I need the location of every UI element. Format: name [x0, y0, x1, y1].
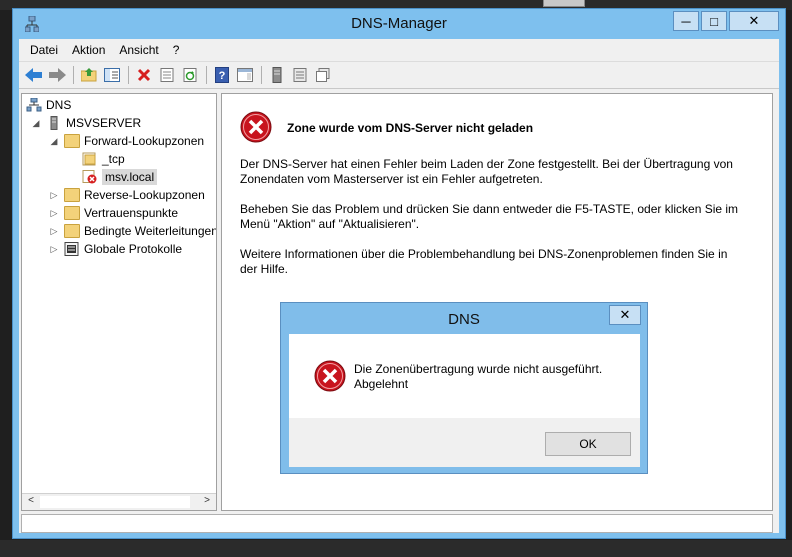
tree-item-tcp[interactable]: _tcp [82, 150, 125, 168]
toolbar-separator [206, 66, 207, 84]
menu-ansicht[interactable]: Ansicht [112, 43, 165, 57]
tree-item-dns[interactable]: DNS [26, 96, 71, 114]
tree-horizontal-scrollbar[interactable]: < > [22, 493, 216, 510]
toolbar-separator [261, 66, 262, 84]
zone-copy-icon[interactable] [312, 64, 334, 86]
tree-label-tcp: _tcp [102, 152, 125, 166]
server-icon [46, 116, 62, 130]
dns-error-dialog: DNS ✕ Die Zonenübertragung wurde nicht a… [280, 302, 648, 474]
error-paragraph-1: Der DNS-Server hat einen Fehler beim Lad… [240, 157, 750, 187]
forward-arrow-icon[interactable] [46, 64, 68, 86]
tree-label-msv-local: msv.local [102, 169, 158, 185]
menu-datei[interactable]: Datei [23, 43, 65, 57]
expand-arrow-icon[interactable]: ▷ [48, 226, 60, 237]
dialog-body: Die Zonenübertragung wurde nicht ausgefü… [289, 334, 640, 467]
tree-label-reverse-lookup: Reverse-Lookupzonen [84, 188, 205, 202]
collapse-arrow-icon[interactable]: ◢ [30, 118, 42, 129]
paragraph-line: der Hilfe. [240, 262, 289, 276]
paragraph-line: Menü "Aktion" auf "Aktualisieren". [240, 217, 420, 231]
expand-arrow-icon[interactable]: ▷ [48, 208, 60, 219]
tree-item-msv-local[interactable]: msv.local [82, 168, 158, 186]
back-arrow-icon[interactable] [23, 64, 45, 86]
tree-label-trust-points: Vertrauenspunkte [84, 206, 179, 220]
folder-icon [64, 188, 80, 202]
up-folder-icon[interactable] [78, 64, 100, 86]
maximize-button[interactable]: □ [701, 11, 727, 31]
background-window-fragment [543, 0, 585, 7]
tree-item-forward-lookup[interactable]: ◢ Forward-Lookupzonen [48, 132, 204, 150]
tree-label-forward-lookup: Forward-Lookupzonen [84, 134, 205, 148]
dialog-title: DNS [448, 311, 480, 328]
ok-button[interactable]: OK [545, 432, 631, 456]
menu-help[interactable]: ? [166, 43, 187, 57]
tree-item-server[interactable]: ◢ MSVSERVER [30, 114, 141, 132]
menu-bar: Datei Aktion Ansicht ? [19, 39, 779, 60]
scroll-thumb[interactable] [40, 496, 190, 508]
paragraph-line: Zonendaten vom Masterserver ist ein Fehl… [240, 172, 543, 186]
zone-error-icon [82, 170, 98, 184]
tree-label-server: MSVSERVER [66, 116, 142, 130]
dialog-message-line: Abgelehnt [354, 377, 409, 391]
dialog-close-button[interactable]: ✕ [609, 305, 641, 325]
desktop-background-bottom [0, 540, 792, 557]
delete-icon[interactable] [133, 64, 155, 86]
refresh-icon[interactable] [179, 64, 201, 86]
error-paragraph-3: Weitere Informationen über die Problembe… [240, 247, 750, 277]
toolbar-separator [73, 66, 74, 84]
menu-aktion[interactable]: Aktion [65, 43, 112, 57]
tree-item-conditional-forwarders[interactable]: ▷ Bedingte Weiterleitungen [48, 222, 217, 240]
tree-item-trust-points[interactable]: ▷ Vertrauenspunkte [48, 204, 178, 222]
tree-label-global-logs: Globale Protokolle [84, 242, 183, 256]
toolbar-separator [128, 66, 129, 84]
paragraph-line: Beheben Sie das Problem und drücken Sie … [240, 202, 739, 216]
expand-arrow-icon[interactable]: ▷ [48, 190, 60, 201]
dns-root-icon [26, 97, 42, 112]
scroll-left-button[interactable]: < [23, 495, 39, 509]
tree-item-reverse-lookup[interactable]: ▷ Reverse-Lookupzonen [48, 186, 205, 204]
help-icon[interactable]: ? [211, 64, 233, 86]
paragraph-line: Weitere Informationen über die Problembe… [240, 247, 728, 261]
server-icon[interactable] [266, 64, 288, 86]
tree-label-conditional-forwarders: Bedingte Weiterleitungen [84, 224, 217, 238]
scroll-right-button[interactable]: > [199, 495, 215, 509]
folder-icon [64, 206, 80, 220]
window-title: DNS-Manager [351, 15, 447, 32]
tree-item-global-logs[interactable]: ▷ Globale Protokolle [48, 240, 182, 258]
title-bar[interactable]: DNS-Manager ─ □ ✕ [13, 9, 785, 39]
error-icon [314, 360, 346, 392]
action-pane-icon[interactable] [234, 64, 256, 86]
svg-text:?: ? [219, 70, 226, 82]
folder-icon [64, 134, 80, 148]
collapse-arrow-icon[interactable]: ◢ [48, 136, 60, 147]
dialog-message-line: Die Zonenübertragung wurde nicht ausgefü… [354, 362, 603, 376]
zone-folder-icon [82, 152, 98, 166]
error-icon [240, 111, 272, 143]
folder-icon [64, 224, 80, 238]
show-hide-tree-icon[interactable] [101, 64, 123, 86]
status-bar [21, 514, 773, 533]
console-tree: DNS ◢ MSVSERVER ◢ Forward-Lookupzonen _t… [21, 93, 217, 511]
paragraph-line: Der DNS-Server hat einen Fehler beim Lad… [240, 157, 733, 171]
dialog-message-area: Die Zonenübertragung wurde nicht ausgefü… [289, 334, 640, 418]
error-heading: Zone wurde vom DNS-Server nicht geladen [287, 121, 534, 135]
minimize-button[interactable]: ─ [673, 11, 699, 31]
close-button[interactable]: ✕ [729, 11, 779, 31]
expand-arrow-icon[interactable]: ▷ [48, 244, 60, 255]
zone-list-icon[interactable] [289, 64, 311, 86]
error-paragraph-2: Beheben Sie das Problem und drücken Sie … [240, 202, 750, 232]
dialog-message: Die Zonenübertragung wurde nicht ausgefü… [354, 362, 602, 392]
tree-label-dns: DNS [46, 98, 72, 112]
toolbar: ? [19, 61, 779, 89]
log-icon [64, 242, 80, 256]
properties-icon[interactable] [156, 64, 178, 86]
